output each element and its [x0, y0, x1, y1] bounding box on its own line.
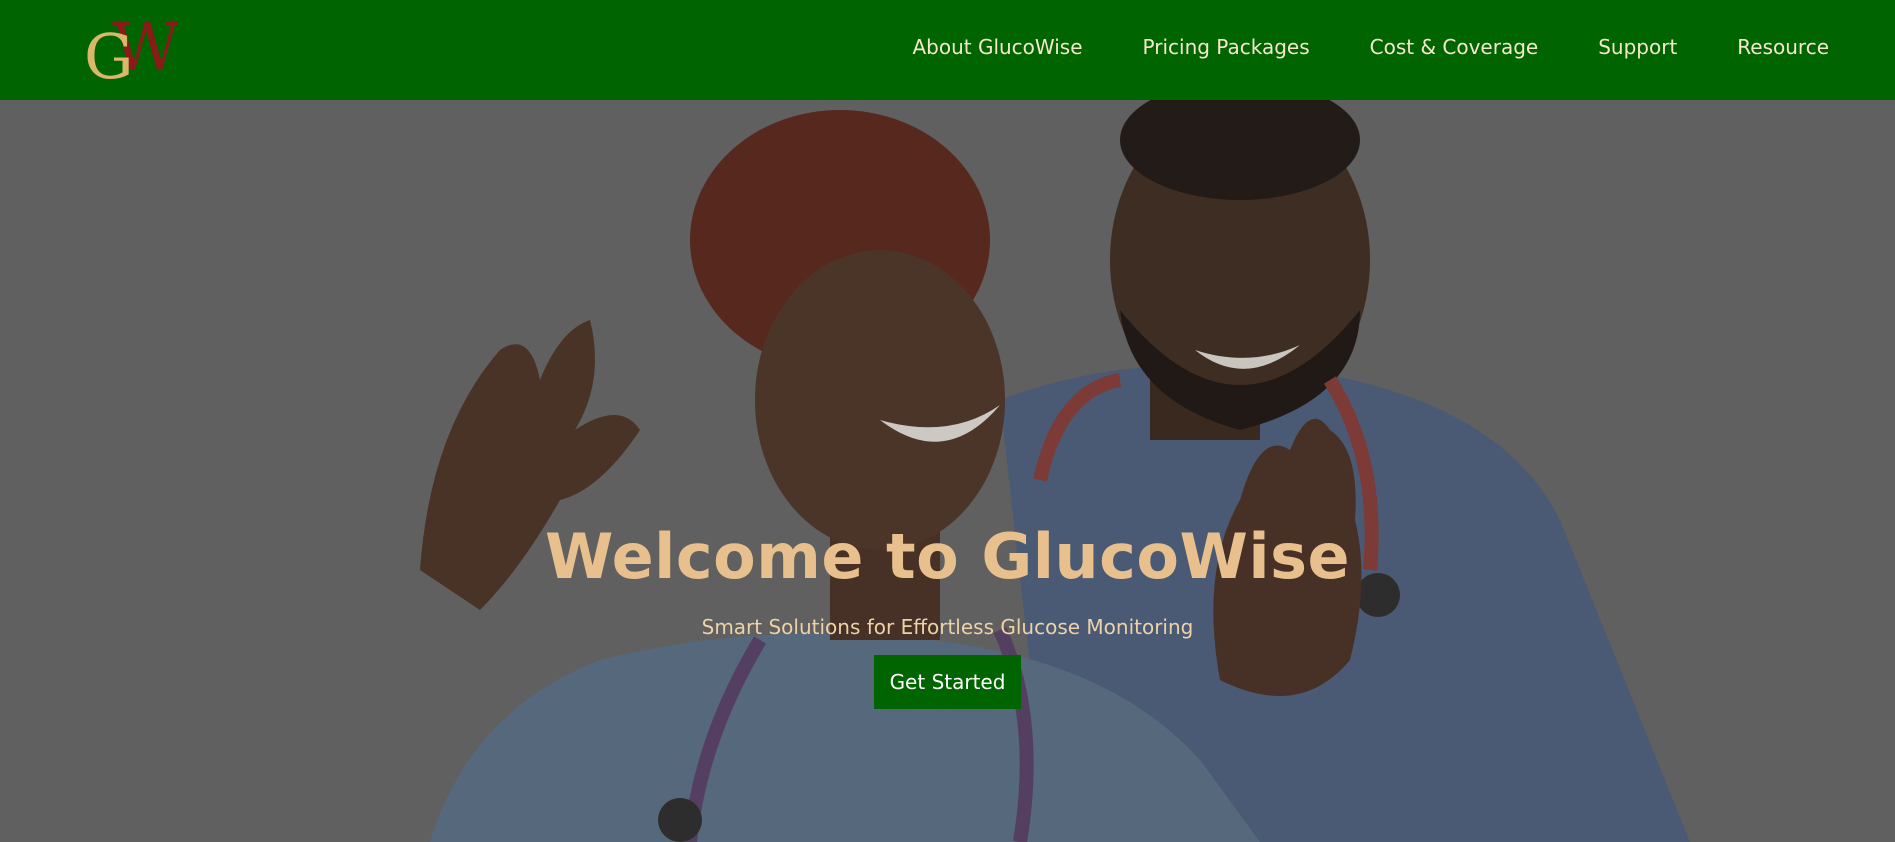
top-navbar: W G About GlucoWise Pricing Packages Cos… — [0, 0, 1895, 100]
hero-section: Welcome to GlucoWise Smart Solutions for… — [0, 100, 1895, 842]
svg-text:G: G — [84, 20, 134, 92]
nav-pricing-packages[interactable]: Pricing Packages — [1143, 35, 1310, 59]
nav-about-glucowise[interactable]: About GlucoWise — [912, 35, 1082, 59]
glucowise-logo[interactable]: W G — [82, 8, 180, 93]
hero-subtitle: Smart Solutions for Effortless Glucose M… — [701, 615, 1194, 639]
gw-monogram-icon: W G — [84, 9, 180, 93]
nav-support[interactable]: Support — [1598, 35, 1677, 59]
nav-cost-coverage[interactable]: Cost & Coverage — [1370, 35, 1539, 59]
hero-content: Welcome to GlucoWise Smart Solutions for… — [0, 520, 1895, 709]
hero-dim-overlay — [0, 100, 1895, 842]
hero-title: Welcome to GlucoWise — [544, 520, 1351, 593]
get-started-button[interactable]: Get Started — [873, 655, 1022, 709]
nav-resource[interactable]: Resource — [1737, 35, 1829, 59]
main-nav: About GlucoWise Pricing Packages Cost & … — [852, 0, 1829, 94]
